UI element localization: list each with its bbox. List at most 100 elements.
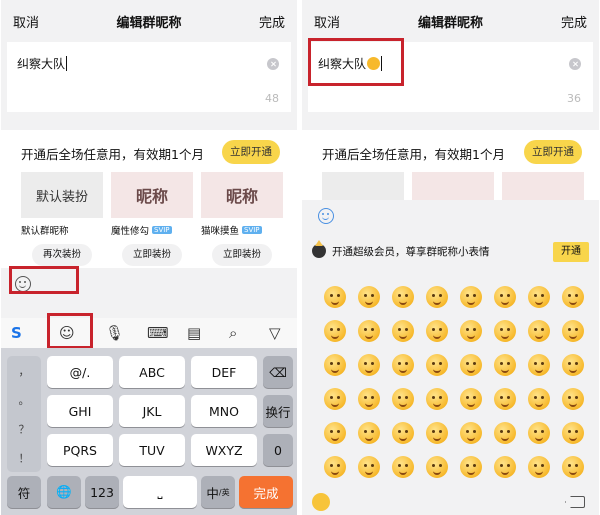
emoji-face-icon[interactable]: [522, 314, 556, 348]
emoji-glyph-icon: [324, 388, 346, 410]
emoji-face-icon[interactable]: [522, 382, 556, 416]
key-1[interactable]: @/.: [47, 356, 113, 388]
microphone-icon[interactable]: 🎙: [105, 324, 124, 342]
emoji-face-icon[interactable]: [318, 348, 352, 382]
emoji-face-icon[interactable]: [556, 348, 590, 382]
emoji-face-icon[interactable]: [352, 280, 386, 314]
search-icon[interactable]: ⌕: [229, 324, 237, 342]
clear-icon[interactable]: [267, 58, 279, 70]
keyboard-icon[interactable]: ⌨: [147, 324, 169, 342]
emoji-face-icon[interactable]: [454, 314, 488, 348]
emoji-face-icon[interactable]: [420, 382, 454, 416]
emoji-face-icon[interactable]: [522, 348, 556, 382]
number-key[interactable]: 123: [85, 476, 119, 508]
emoji-face-icon[interactable]: [318, 450, 352, 484]
emoji-face-icon[interactable]: [454, 280, 488, 314]
emoji-face-icon[interactable]: [556, 416, 590, 450]
emoji-face-icon[interactable]: [352, 314, 386, 348]
skin-item[interactable]: 昵称 猫咪摸鱼 SVIP 立即装扮: [201, 172, 283, 266]
emoji-face-icon[interactable]: [488, 348, 522, 382]
emoji-face-icon[interactable]: [488, 382, 522, 416]
emoji-face-icon[interactable]: [556, 314, 590, 348]
emoji-face-icon[interactable]: [522, 450, 556, 484]
emoji-face-icon[interactable]: [488, 280, 522, 314]
done-button[interactable]: 完成: [259, 12, 285, 31]
skin-item[interactable]: 默认装扮 默认群昵称 再次装扮: [21, 172, 103, 266]
emoji-face-icon[interactable]: [318, 382, 352, 416]
emoji-glyph-icon: [528, 286, 550, 308]
key-8[interactable]: TUV: [119, 434, 185, 466]
emoji-category-icon[interactable]: [312, 493, 330, 511]
key-4[interactable]: GHI: [47, 395, 113, 427]
emoji-face-icon[interactable]: [318, 314, 352, 348]
nav-bar: 取消 编辑群昵称 完成: [1, 0, 297, 42]
emoji-face-icon[interactable]: [352, 416, 386, 450]
key-6[interactable]: MNO: [191, 395, 257, 427]
emoji-face-icon[interactable]: [318, 280, 352, 314]
globe-icon[interactable]: 🌐: [47, 476, 81, 508]
emoji-face-icon[interactable]: [420, 280, 454, 314]
emoji-face-icon[interactable]: [488, 450, 522, 484]
skin-thumbnail: 默认装扮: [21, 172, 103, 218]
ime-logo-icon[interactable]: S: [11, 324, 22, 342]
done-key[interactable]: 完成: [239, 476, 293, 508]
emoji-face-icon[interactable]: [556, 450, 590, 484]
collapse-icon[interactable]: ▽: [269, 324, 281, 342]
apply-skin-button[interactable]: 立即装扮: [212, 244, 272, 266]
done-button[interactable]: 完成: [561, 12, 587, 31]
emoji-face-icon[interactable]: [488, 314, 522, 348]
delete-icon[interactable]: [565, 496, 585, 508]
emoji-face-icon[interactable]: [386, 348, 420, 382]
emoji-face-icon[interactable]: [454, 382, 488, 416]
emoji-face-icon[interactable]: [454, 416, 488, 450]
space-icon[interactable]: ⎵: [123, 476, 197, 508]
emoji-glyph-icon: [528, 320, 550, 342]
backspace-icon[interactable]: ⌫: [263, 356, 293, 388]
emoji-tab-icon[interactable]: [318, 208, 334, 224]
emoji-face-icon[interactable]: [420, 348, 454, 382]
nickname-input[interactable]: 纠察大队 48: [7, 42, 291, 112]
open-now-button[interactable]: 立即开通: [524, 140, 582, 164]
newline-key[interactable]: 换行: [263, 395, 293, 427]
key-0[interactable]: 0: [263, 434, 293, 466]
emoji-face-icon[interactable]: [488, 416, 522, 450]
emoji-glyph-icon: [562, 354, 584, 376]
sym-key[interactable]: 。: [19, 392, 30, 408]
vip-open-button[interactable]: 开通: [553, 242, 589, 262]
emoji-face-icon[interactable]: [420, 450, 454, 484]
key-2[interactable]: ABC: [119, 356, 185, 388]
open-now-button[interactable]: 立即开通: [222, 140, 280, 164]
emoji-face-icon[interactable]: [386, 314, 420, 348]
apply-skin-button[interactable]: 再次装扮: [32, 244, 92, 266]
sym-key[interactable]: ，: [19, 363, 30, 379]
emoji-face-icon[interactable]: [386, 450, 420, 484]
emoji-face-icon[interactable]: [352, 450, 386, 484]
sym-key[interactable]: ！: [19, 450, 30, 466]
apply-skin-button[interactable]: 立即装扮: [122, 244, 182, 266]
emoji-face-icon[interactable]: [386, 382, 420, 416]
key-3[interactable]: DEF: [191, 356, 257, 388]
clear-icon[interactable]: [569, 58, 581, 70]
symbol-key[interactable]: 符: [7, 476, 41, 508]
key-5[interactable]: JKL: [119, 395, 185, 427]
emoji-face-icon[interactable]: [522, 280, 556, 314]
emoji-face-icon[interactable]: [454, 348, 488, 382]
emoji-face-icon[interactable]: [386, 280, 420, 314]
emoji-face-icon[interactable]: [556, 280, 590, 314]
language-key[interactable]: 中/英: [201, 476, 235, 508]
emoji-face-icon[interactable]: [522, 416, 556, 450]
emoji-face-icon[interactable]: [556, 382, 590, 416]
key-9[interactable]: WXYZ: [191, 434, 257, 466]
key-7[interactable]: PQRS: [47, 434, 113, 466]
emoji-face-icon[interactable]: [454, 450, 488, 484]
sym-key[interactable]: ？: [19, 421, 30, 437]
emoji-face-icon[interactable]: [420, 416, 454, 450]
emoji-face-icon[interactable]: [386, 416, 420, 450]
clipboard-icon[interactable]: ▤: [187, 324, 201, 342]
symbol-column[interactable]: ， 。 ？ ！: [7, 356, 41, 472]
skin-item[interactable]: 昵称 魔性修勾 SVIP 立即装扮: [111, 172, 193, 266]
emoji-face-icon[interactable]: [352, 382, 386, 416]
emoji-face-icon[interactable]: [420, 314, 454, 348]
emoji-face-icon[interactable]: [318, 416, 352, 450]
emoji-face-icon[interactable]: [352, 348, 386, 382]
